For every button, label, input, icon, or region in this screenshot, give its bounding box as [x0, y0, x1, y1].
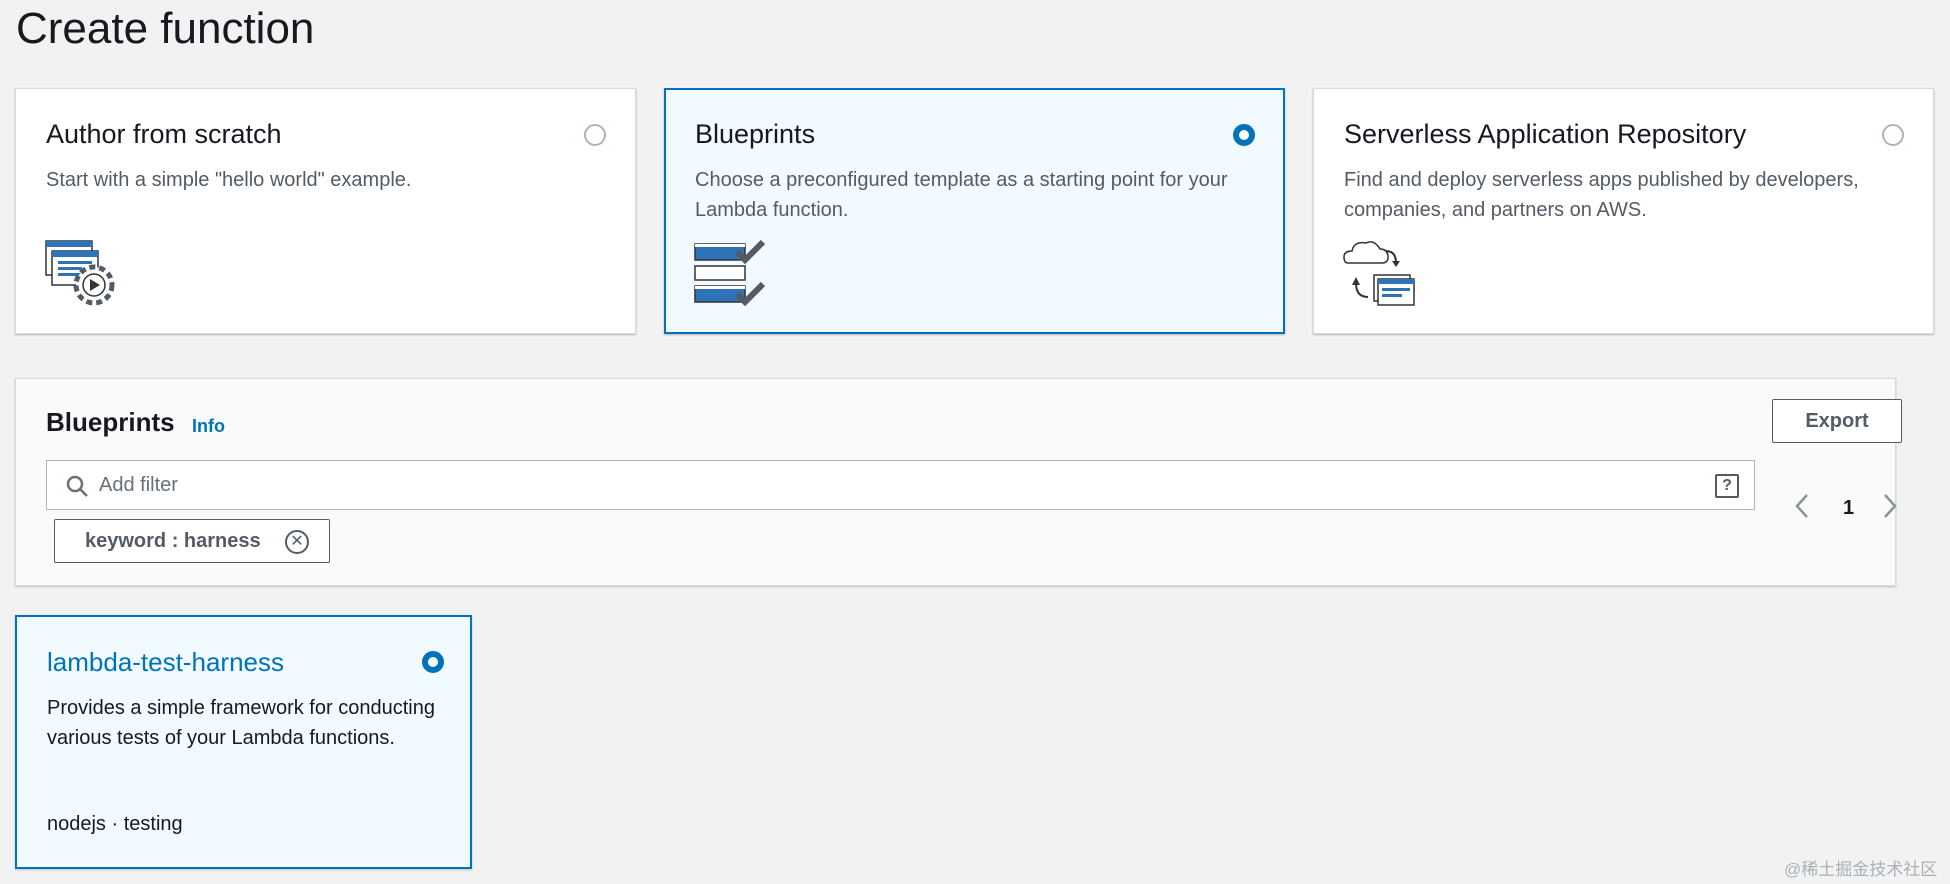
- option-card-serverless-application-repository[interactable]: Serverless Application Repository Find a…: [1313, 88, 1934, 334]
- dismiss-token-icon[interactable]: ✕: [285, 530, 309, 554]
- option-card-blueprints[interactable]: Blueprints Choose a preconfigured templa…: [664, 88, 1285, 334]
- filter-token-label: keyword : harness: [85, 530, 261, 552]
- filter-input[interactable]: [99, 469, 1679, 501]
- blueprint-radio[interactable]: [422, 651, 444, 673]
- checklist-icon: [693, 239, 769, 313]
- page-number[interactable]: 1: [1843, 497, 1854, 520]
- option-card-author-from-scratch[interactable]: Author from scratch Start with a simple …: [15, 88, 636, 334]
- serverless-repo-radio[interactable]: [1882, 124, 1904, 146]
- option-title: Blueprints: [695, 119, 816, 149]
- author-from-scratch-radio[interactable]: [584, 124, 606, 146]
- help-icon[interactable]: ?: [1715, 474, 1739, 498]
- blueprint-tags: nodejs · testing: [47, 813, 183, 835]
- chevron-right-icon[interactable]: [1882, 493, 1898, 525]
- export-button[interactable]: Export: [1772, 399, 1902, 443]
- filter-token: keyword : harness ✕: [54, 519, 330, 563]
- watermark: @稀土掘金技术社区: [1784, 860, 1938, 879]
- search-icon: [65, 474, 89, 503]
- code-gear-icon: [44, 239, 120, 314]
- blueprints-panel: Blueprints Info Export ? keyword : harne…: [15, 378, 1902, 586]
- filter-field[interactable]: ?: [46, 460, 1755, 510]
- option-description: Choose a preconfigured template as a sta…: [695, 169, 1228, 221]
- chevron-left-icon[interactable]: [1794, 493, 1810, 525]
- blueprints-radio[interactable]: [1233, 124, 1255, 146]
- option-title: Serverless Application Repository: [1344, 119, 1747, 149]
- option-description: Find and deploy serverless apps publishe…: [1344, 169, 1859, 221]
- option-description: Start with a simple "hello world" exampl…: [46, 169, 412, 191]
- blueprint-title-link[interactable]: lambda-test-harness: [47, 647, 284, 678]
- cloud-sync-icon: [1342, 239, 1418, 312]
- info-link[interactable]: Info: [192, 416, 225, 437]
- option-title: Author from scratch: [46, 119, 282, 149]
- blueprint-description: Provides a simple framework for conducti…: [47, 697, 435, 749]
- blueprint-card-lambda-test-harness[interactable]: lambda-test-harness Provides a simple fr…: [15, 615, 472, 869]
- blueprints-heading: Blueprints: [46, 407, 175, 437]
- page-title: Create function: [16, 4, 315, 53]
